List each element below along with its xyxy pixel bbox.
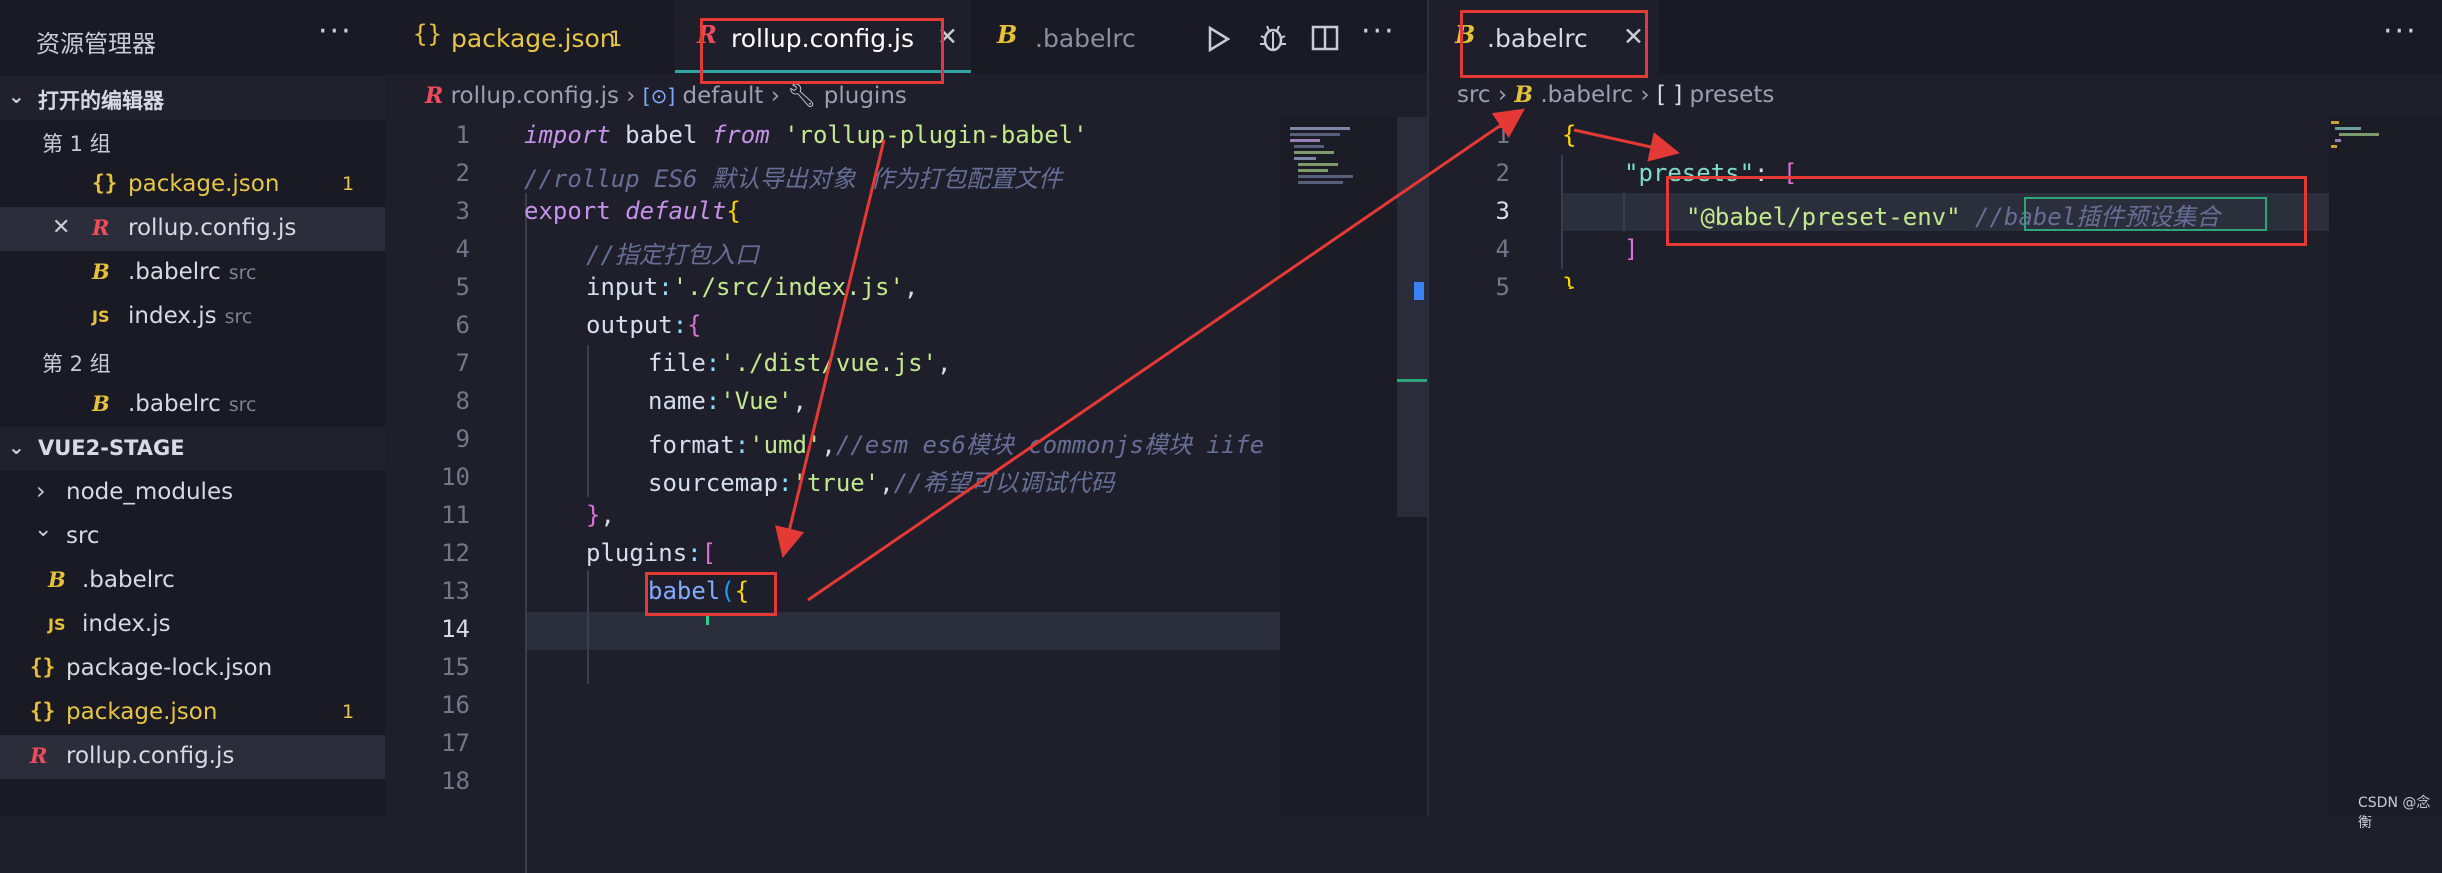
watermark: CSDN @念衡: [2358, 795, 2431, 831]
arrow-to-presets: [1573, 128, 1680, 162]
arrow-to-babelrc: [807, 108, 1525, 602]
annotation-arrows: [775, 108, 1680, 602]
arrow-to-babel-call: [775, 139, 886, 558]
